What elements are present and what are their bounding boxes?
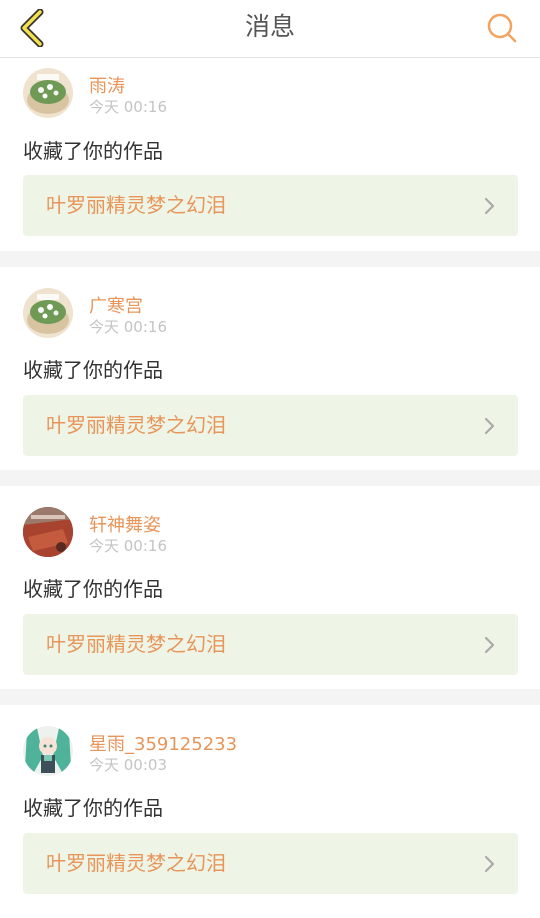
timestamp: 今天 00:16 (89, 537, 167, 555)
message-item: 雨涛 今天 00:16 收藏了你的作品 叶罗丽精灵梦之幻泪 (0, 58, 540, 251)
message-item: 轩神舞姿 今天 00:16 收藏了你的作品 叶罗丽精灵梦之幻泪 (0, 486, 540, 689)
action-text: 收藏了你的作品 (23, 358, 163, 382)
timestamp: 今天 00:16 (89, 318, 167, 336)
work-link[interactable]: 叶罗丽精灵梦之幻泪 (23, 395, 518, 456)
timestamp: 今天 00:03 (89, 756, 167, 774)
work-title: 叶罗丽精灵梦之幻泪 (46, 193, 226, 217)
timestamp: 今天 00:16 (89, 98, 167, 116)
work-title: 叶罗丽精灵梦之幻泪 (46, 632, 226, 656)
action-text: 收藏了你的作品 (23, 577, 163, 601)
message-item: 星雨_359125233 今天 00:03 收藏了你的作品 叶罗丽精灵梦之幻泪 (0, 705, 540, 918)
chevron-right-icon (484, 636, 495, 654)
top-nav-bar: 消息 (0, 0, 540, 58)
work-title: 叶罗丽精灵梦之幻泪 (46, 851, 226, 875)
work-link[interactable]: 叶罗丽精灵梦之幻泪 (23, 833, 518, 894)
avatar[interactable] (23, 726, 73, 776)
chevron-right-icon (484, 197, 495, 215)
chevron-right-icon (484, 417, 495, 435)
avatar[interactable] (23, 507, 73, 557)
page-title: 消息 (244, 12, 295, 41)
search-icon (487, 13, 517, 43)
action-text: 收藏了你的作品 (23, 139, 163, 163)
work-link[interactable]: 叶罗丽精灵梦之幻泪 (23, 614, 518, 675)
search-button[interactable] (482, 8, 522, 48)
work-link[interactable]: 叶罗丽精灵梦之幻泪 (23, 175, 518, 236)
chevron-right-icon (484, 855, 495, 873)
avatar[interactable] (23, 68, 73, 118)
work-title: 叶罗丽精灵梦之幻泪 (46, 413, 226, 437)
username[interactable]: 星雨_359125233 (89, 730, 237, 756)
username[interactable]: 雨涛 (89, 72, 125, 98)
message-item: 广寒宫 今天 00:16 收藏了你的作品 叶罗丽精灵梦之幻泪 (0, 267, 540, 470)
username[interactable]: 轩神舞姿 (89, 511, 161, 537)
avatar[interactable] (23, 288, 73, 338)
action-text: 收藏了你的作品 (23, 796, 163, 820)
username[interactable]: 广寒宫 (89, 292, 143, 318)
